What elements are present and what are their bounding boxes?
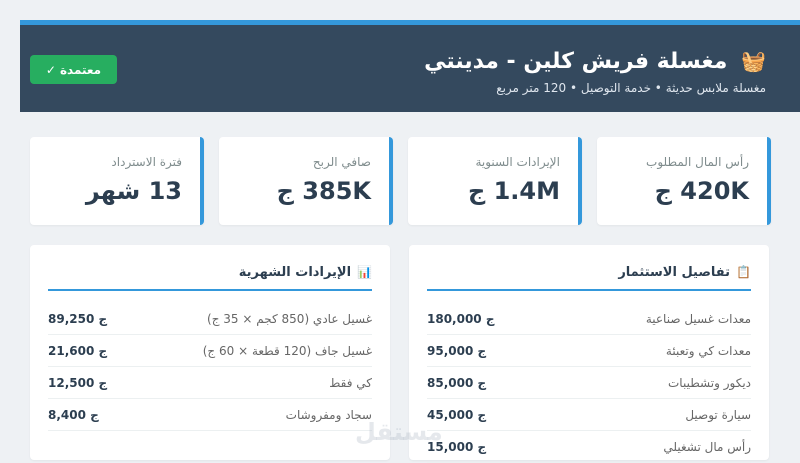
stat-value: 13 شهر	[85, 177, 182, 205]
stat-card-capital: رأس المال المطلوب 420K ج	[597, 137, 771, 225]
approved-badge-label: معتمدة	[59, 62, 102, 77]
row-label: غسيل عادي (850 كجم × 35 ج)	[207, 311, 372, 326]
checkmark-icon: ✓	[45, 62, 56, 77]
stat-label: صافي الربح	[312, 155, 371, 169]
stat-label: الإيرادات السنوية	[475, 155, 560, 169]
row-value: 21,600 ج	[48, 343, 108, 358]
row-value: 12,500 ج	[48, 375, 108, 390]
row-value: 8,400 ج	[48, 407, 99, 422]
row-value: 85,000 ج	[427, 375, 487, 390]
laundry-basket-icon: 🧺	[741, 49, 766, 73]
row-value: 180,000 ج	[427, 311, 495, 326]
row-label: ديكور وتشطيبات	[668, 375, 751, 390]
page-title-text: مغسلة فريش كلين - مدينتي	[424, 49, 728, 74]
monthly-revenue-panel: 📊 الإيرادات الشهرية غسيل عادي (850 كجم ×…	[30, 245, 390, 460]
investment-details-title-text: تفاصيل الاستثمار	[618, 264, 731, 280]
monthly-revenue-title-text: الإيرادات الشهرية	[238, 264, 352, 280]
row-label: رأس مال تشغيلي	[663, 439, 751, 454]
row-value: 89,250 ج	[48, 311, 108, 326]
project-subtitle: مغسلة ملابس حديثة • خدمة التوصيل • 120 م…	[496, 81, 766, 95]
monthly-revenue-title: 📊 الإيرادات الشهرية	[48, 255, 372, 291]
stat-label: فترة الاسترداد	[111, 155, 182, 169]
table-row: رأس مال تشغيلي 15,000 ج	[427, 431, 751, 463]
project-header: 🧺 مغسلة فريش كلين - مدينتي مغسلة ملابس ح…	[20, 20, 800, 112]
table-row: معدات كي وتعبئة 95,000 ج	[427, 335, 751, 367]
investment-rows: معدات غسيل صناعية 180,000 ج معدات كي وتعب…	[427, 303, 751, 463]
bar-chart-icon: 📊	[357, 265, 372, 279]
row-label: كي فقط	[329, 375, 372, 390]
row-label: معدات كي وتعبئة	[665, 343, 751, 358]
table-row: معدات غسيل صناعية 180,000 ج	[427, 303, 751, 335]
stat-value: 385K ج	[276, 177, 371, 205]
investment-details-title: 📋 تفاصيل الاستثمار	[427, 255, 751, 291]
watermark-logo: مستقل	[355, 418, 443, 446]
stat-card-net-profit: صافي الربح 385K ج	[219, 137, 393, 225]
page-title: 🧺 مغسلة فريش كلين - مدينتي	[424, 49, 766, 74]
row-label: سيارة توصيل	[685, 407, 751, 422]
row-value: 95,000 ج	[427, 343, 487, 358]
table-row: غسيل عادي (850 كجم × 35 ج) 89,250 ج	[48, 303, 372, 335]
table-row: ديكور وتشطيبات 85,000 ج	[427, 367, 751, 399]
clipboard-icon: 📋	[736, 265, 751, 279]
stat-card-payback-period: فترة الاسترداد 13 شهر	[30, 137, 204, 225]
row-label: غسيل جاف (120 قطعة × 60 ج)	[202, 343, 372, 358]
table-row: غسيل جاف (120 قطعة × 60 ج) 21,600 ج	[48, 335, 372, 367]
investment-details-panel: 📋 تفاصيل الاستثمار معدات غسيل صناعية 180,…	[409, 245, 769, 463]
stat-value: 1.4M ج	[467, 177, 560, 205]
stat-label: رأس المال المطلوب	[646, 155, 749, 169]
table-row: سجاد ومفروشات 8,400 ج	[48, 399, 372, 431]
revenue-rows: غسيل عادي (850 كجم × 35 ج) 89,250 ج غسيل …	[48, 303, 372, 431]
table-row: كي فقط 12,500 ج	[48, 367, 372, 399]
approved-badge[interactable]: معتمدة ✓	[30, 55, 117, 84]
stat-value: 420K ج	[654, 177, 749, 205]
table-row: سيارة توصيل 45,000 ج	[427, 399, 751, 431]
row-label: معدات غسيل صناعية	[645, 311, 751, 326]
stat-card-annual-revenue: الإيرادات السنوية 1.4M ج	[408, 137, 582, 225]
